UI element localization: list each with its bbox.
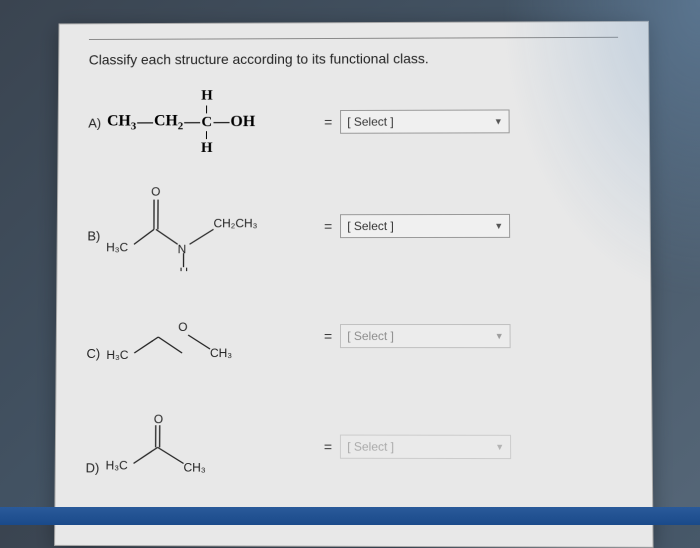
select-b-text: [ Select ]: [347, 219, 394, 233]
option-label-b: B): [87, 228, 100, 243]
option-c-row: C) H₃C O CH₃ = [ Select ] ▼: [86, 291, 620, 382]
chevron-down-icon: ▼: [495, 331, 504, 341]
option-label-d: D): [86, 460, 100, 475]
structure-b-svg: H₃C O N H CH₂CH₃: [106, 182, 285, 272]
svg-text:H: H: [179, 265, 188, 271]
select-a[interactable]: [ Select ] ▼: [340, 109, 510, 133]
select-b[interactable]: [ Select ] ▼: [340, 214, 510, 238]
svg-text:H₃C: H₃C: [106, 240, 129, 254]
equals-d: =: [324, 439, 332, 455]
structure-c-svg: H₃C O CH₃: [106, 291, 286, 381]
svg-text:H₃C: H₃C: [106, 348, 129, 362]
svg-text:H₃C: H₃C: [105, 458, 128, 472]
svg-text:CH₃: CH₃: [210, 346, 232, 360]
option-label-c: C): [86, 346, 100, 361]
select-c[interactable]: [ Select ] ▼: [340, 324, 511, 348]
select-d-text: [ Select ]: [347, 440, 394, 454]
equals-b: =: [324, 218, 332, 234]
formula-d: D) H₃C O CH₃: [85, 401, 315, 492]
structure-d-svg: H₃C O CH₃: [105, 401, 285, 492]
chevron-down-icon: ▼: [494, 116, 503, 126]
formula-c: C) H₃C O CH₃: [86, 291, 316, 381]
formula-a: A) CH3 — CH2 — H C H — OH: [88, 87, 316, 157]
h-top: H: [201, 88, 213, 104]
taskbar: [0, 507, 700, 525]
formula-b: B) H₃C O N H CH₂CH₃: [87, 181, 316, 271]
question-prompt: Classify each structure according to its…: [89, 50, 619, 68]
option-a-row: A) CH3 — CH2 — H C H — OH = [ Select ] ▼: [88, 81, 619, 162]
svg-text:N: N: [178, 242, 187, 256]
svg-text:O: O: [151, 185, 160, 199]
equals-c: =: [324, 328, 332, 344]
chevron-down-icon: ▼: [494, 221, 503, 231]
select-a-text: [ Select ]: [347, 115, 393, 129]
svg-text:CH₃: CH₃: [183, 460, 205, 474]
equals-a: =: [324, 114, 332, 130]
svg-text:O: O: [178, 320, 187, 334]
divider: [89, 37, 618, 40]
chevron-down-icon: ▼: [495, 442, 504, 452]
option-d-row: D) H₃C O CH₃ = [ Select ] ▼: [85, 401, 621, 493]
option-label-a: A): [88, 115, 101, 130]
svg-text:O: O: [153, 412, 162, 426]
question-panel: Classify each structure according to its…: [54, 21, 653, 548]
option-b-row: B) H₃C O N H CH₂CH₃ = [ Select ] ▼: [87, 181, 620, 271]
h-bottom: H: [201, 140, 213, 156]
svg-text:CH₂CH₃: CH₂CH₃: [214, 216, 258, 230]
select-c-text: [ Select ]: [347, 329, 394, 343]
select-d[interactable]: [ Select ] ▼: [340, 435, 511, 460]
